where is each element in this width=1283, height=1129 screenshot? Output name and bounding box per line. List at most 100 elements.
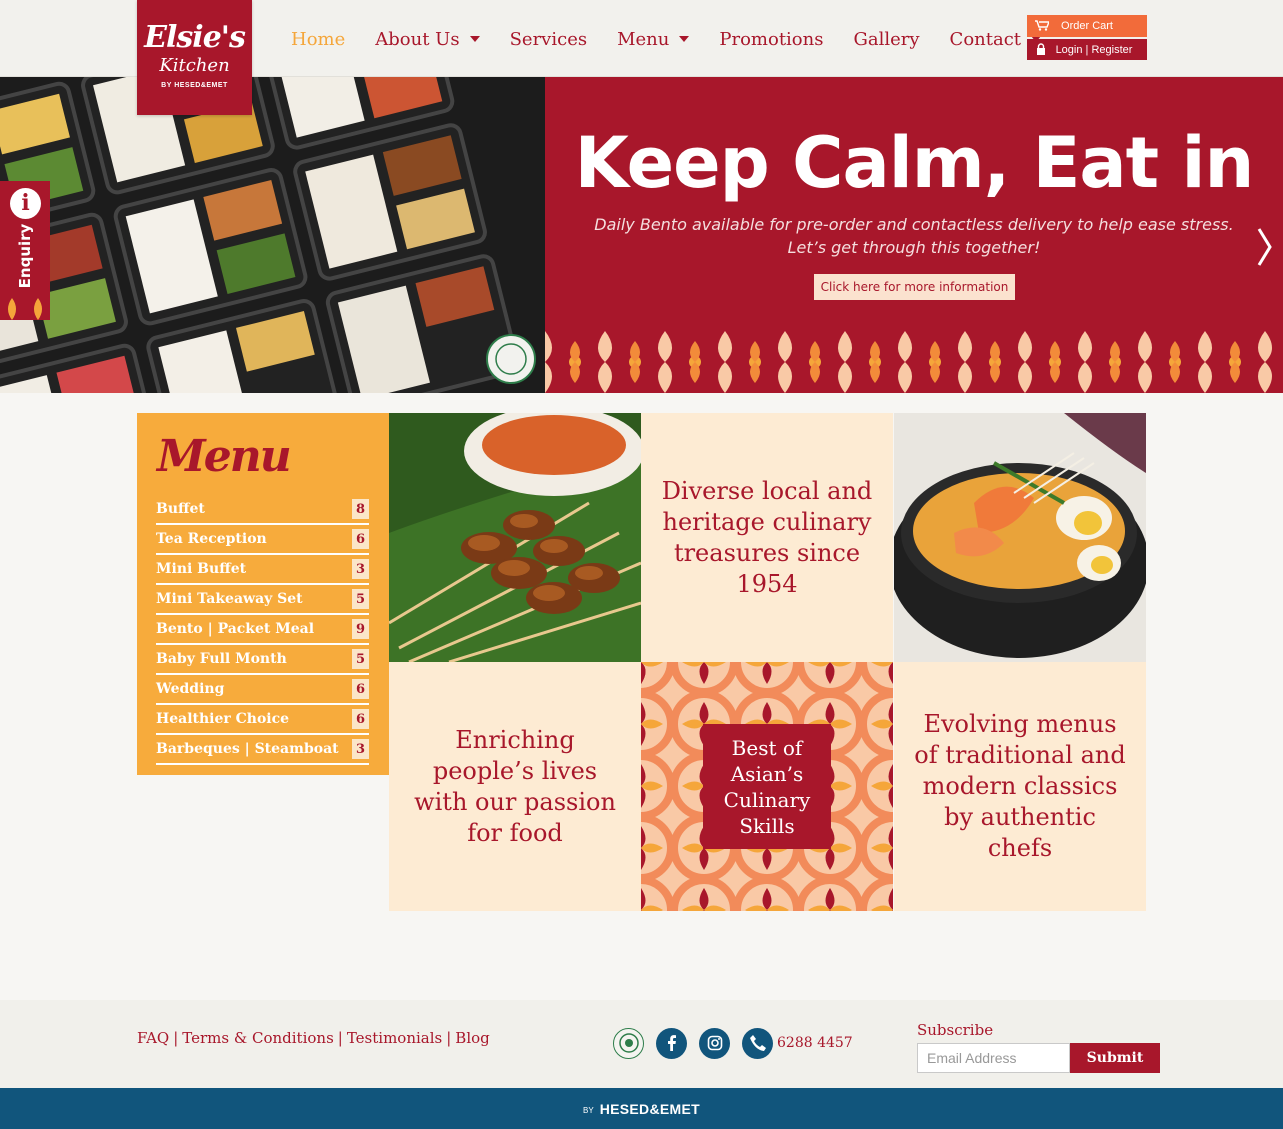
menu-item-count-badge: 3 — [352, 559, 369, 579]
menu-item-count-badge: 6 — [352, 709, 369, 729]
cart-icon — [1035, 20, 1049, 31]
logo-text-elsies: Elsie's — [144, 20, 246, 55]
bento-photo — [0, 77, 545, 393]
laksa-image — [894, 413, 1146, 662]
laksa-photo — [894, 413, 1146, 662]
nav-home-label: Home — [291, 28, 346, 50]
best-asian-box: Best of Asian’s Culinary Skills — [703, 724, 831, 849]
menu-item-wedding[interactable]: Wedding 6 — [156, 675, 369, 705]
bento-boxes-image — [0, 77, 545, 393]
phone-icon[interactable] — [742, 1027, 773, 1059]
menu-item-name: Baby Full Month — [156, 651, 287, 667]
nav-contact-label: Contact — [949, 28, 1022, 50]
hero-banner: Keep Calm, Eat in Daily Bento available … — [0, 77, 1283, 393]
nav-gallery[interactable]: Gallery — [853, 29, 919, 50]
menu-item-count-badge: 3 — [352, 739, 369, 759]
logo-text-by: BY HESED&EMET — [161, 82, 228, 89]
facebook-icon[interactable] — [656, 1027, 687, 1059]
lock-icon — [1037, 43, 1045, 55]
company-name[interactable]: HESED&EMET — [600, 1101, 700, 1117]
login-register-button[interactable]: Login | Register — [1027, 39, 1147, 60]
halal-logo-icon — [613, 1027, 644, 1059]
menu-item-count-badge: 5 — [352, 649, 369, 669]
footer-link-testimonials[interactable]: Testimonials — [347, 1029, 442, 1047]
caret-down-icon — [679, 36, 690, 42]
footer-link-blog[interactable]: Blog — [455, 1029, 489, 1047]
order-cart-button[interactable]: Order Cart — [1027, 15, 1147, 37]
phone-number[interactable]: 6288 4457 — [777, 1035, 853, 1051]
slider-next-icon[interactable] — [1257, 227, 1273, 267]
menu-item-name: Barbeques | Steamboat — [156, 741, 339, 757]
footer-separator: | — [173, 1029, 179, 1047]
submit-button[interactable]: Submit — [1070, 1043, 1160, 1073]
nav-home[interactable]: Home — [291, 29, 345, 50]
menu-item-count-badge: 6 — [352, 529, 369, 549]
menu-item-count-badge: 9 — [352, 619, 369, 639]
menu-item-name: Tea Reception — [156, 531, 267, 547]
passion-text: Enriching people’s lives with our passio… — [414, 725, 616, 847]
by-label: BY — [583, 1106, 594, 1115]
hero-title: Keep Calm, Eat in — [574, 122, 1255, 204]
satay-photo — [389, 413, 641, 662]
heritage-text: Diverse local and heritage culinary trea… — [661, 476, 873, 598]
email-placeholder: Email Address — [927, 1050, 1017, 1066]
footer-link-faq[interactable]: FAQ — [137, 1029, 169, 1047]
menu-panel: Menu Buffet 8 Tea Reception 6 Mini Buffet 3… — [137, 413, 389, 775]
heritage-tile: Diverse local and heritage culinary trea… — [641, 413, 893, 662]
enquiry-tab[interactable]: i Enquiry — [0, 181, 50, 320]
email-input[interactable]: Email Address — [917, 1043, 1070, 1073]
hero-promo-panel: Keep Calm, Eat in Daily Bento available … — [545, 77, 1283, 393]
enquiry-label: Enquiry — [16, 223, 34, 289]
evolving-tile: Evolving menus of traditional and modern… — [894, 662, 1146, 911]
menu-item-baby-full-month[interactable]: Baby Full Month 5 — [156, 645, 369, 675]
caret-down-icon — [469, 36, 480, 42]
nav-promotions-label: Promotions — [719, 28, 824, 50]
hero-subtitle-line1: Daily Bento available for pre-order and … — [594, 215, 1234, 234]
nav-services[interactable]: Services — [510, 29, 587, 50]
menu-item-barbeques-steamboat[interactable]: Barbeques | Steamboat 3 — [156, 735, 369, 765]
best-asian-text: Best of Asian’s Culinary Skills — [723, 735, 811, 838]
more-info-button[interactable]: Click here for more information — [814, 274, 1015, 300]
menu-item-name: Mini Takeaway Set — [156, 591, 303, 607]
footer-icons: 6288 4457 — [613, 1027, 853, 1059]
nav-about-us[interactable]: About Us — [375, 28, 480, 50]
menu-item-tea-reception[interactable]: Tea Reception 6 — [156, 525, 369, 555]
menu-item-buffet[interactable]: Buffet 8 — [156, 495, 369, 525]
menu-panel-title: Menu — [157, 431, 292, 482]
menu-item-mini-buffet[interactable]: Mini Buffet 3 — [156, 555, 369, 585]
menu-item-name: Mini Buffet — [156, 561, 247, 577]
hero-pattern-border — [545, 331, 1283, 393]
subscribe-label: Subscribe — [917, 1021, 994, 1039]
menu-item-mini-takeaway-set[interactable]: Mini Takeaway Set 5 — [156, 585, 369, 615]
menu-item-name: Wedding — [156, 681, 225, 697]
footer-link-terms[interactable]: Terms & Conditions — [182, 1029, 333, 1047]
nav-services-label: Services — [509, 28, 588, 50]
nav-menu-label: Menu — [617, 28, 670, 50]
menu-item-count-badge: 8 — [352, 499, 369, 519]
enquiry-pattern — [0, 298, 50, 320]
logo-text-kitchen: Kitchen — [159, 55, 230, 76]
satay-image — [389, 413, 641, 662]
hero-subtitle-line2: Let’s get through this together! — [787, 238, 1041, 257]
menu-item-name: Bento | Packet Meal — [156, 621, 315, 637]
nav-menu[interactable]: Menu — [617, 28, 690, 50]
menu-item-healthier-choice[interactable]: Healthier Choice 6 — [156, 705, 369, 735]
nav-gallery-label: Gallery — [853, 28, 920, 50]
footer-links: FAQ | Terms & Conditions | Testimonials | Blog — [137, 1029, 490, 1047]
main-nav: Home About Us Services Menu Promotions G… — [276, 24, 1056, 54]
menu-item-name: Buffet — [156, 501, 205, 517]
passion-tile: Enriching people’s lives with our passio… — [389, 662, 641, 911]
instagram-icon[interactable] — [699, 1027, 730, 1059]
footer-separator: | — [446, 1029, 452, 1047]
menu-item-bento-packet-meal[interactable]: Bento | Packet Meal 9 — [156, 615, 369, 645]
nav-promotions[interactable]: Promotions — [719, 29, 823, 50]
nav-about-us-label: About Us — [375, 28, 460, 50]
menu-item-count-badge: 6 — [352, 679, 369, 699]
best-asian-tile: Best of Asian’s Culinary Skills — [641, 662, 893, 911]
footer-separator: | — [337, 1029, 343, 1047]
login-register-label: Login | Register — [1055, 43, 1133, 56]
info-icon: i — [10, 188, 41, 219]
menu-category-list: Buffet 8 Tea Reception 6 Mini Buffet 3 Mini… — [156, 495, 369, 765]
bottom-brand-bar: BY HESED&EMET — [0, 1088, 1283, 1129]
site-logo[interactable]: Elsie's Kitchen BY HESED&EMET — [137, 0, 252, 115]
